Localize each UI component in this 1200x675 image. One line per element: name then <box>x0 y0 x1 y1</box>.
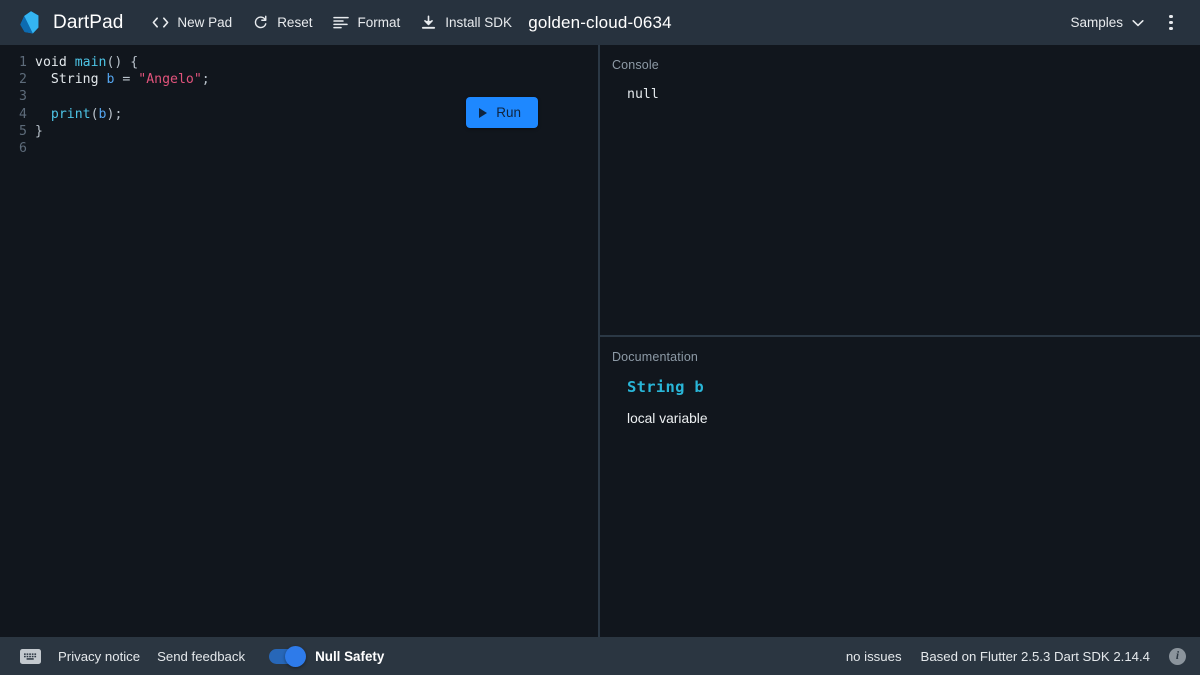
code-token: "Angelo" <box>138 72 202 88</box>
null-safety-toggle[interactable] <box>269 645 307 667</box>
null-safety-toggle-group: Null Safety <box>269 645 385 667</box>
install-sdk-label: Install SDK <box>445 15 513 30</box>
code-token: ); <box>106 106 123 122</box>
code-token: void <box>35 55 67 70</box>
reset-label: Reset <box>277 15 313 30</box>
keyboard-icon[interactable] <box>20 648 41 664</box>
line-number-gutter: 1 23456 <box>0 54 27 157</box>
format-button[interactable]: Format <box>323 8 409 37</box>
format-align-left-icon <box>332 14 349 31</box>
code-editor-pane[interactable]: 1 23456 void main() { String b = "Angelo"… <box>0 45 598 637</box>
app-footer: Privacy notice Send feedback Null Safety… <box>0 637 1200 675</box>
app-header: DartPad New Pad Reset Format Install SDK… <box>0 0 1200 45</box>
line-number: 4 <box>19 106 27 122</box>
line-number: 2 <box>19 72 27 88</box>
download-icon <box>420 14 437 31</box>
play-triangle-icon <box>479 107 488 118</box>
send-feedback-link[interactable]: Send feedback <box>157 649 245 664</box>
code-token: ; <box>201 72 210 88</box>
null-safety-label: Null Safety <box>315 648 385 664</box>
samples-dropdown[interactable]: Samples <box>1062 9 1152 36</box>
dart-logo-icon <box>18 10 42 36</box>
code-token: String <box>50 72 99 88</box>
brand-name: DartPad <box>53 11 124 33</box>
toolbar: New Pad Reset Format Install SDK <box>143 8 521 37</box>
toggle-knob <box>285 645 307 667</box>
line-number: 3 <box>19 89 27 105</box>
code-line[interactable]: String b = "Angelo"; <box>35 71 598 88</box>
documentation-body: String b local variable <box>600 364 1200 428</box>
footer-left: Privacy notice Send feedback Null Safety <box>20 645 385 667</box>
dartpad-app: DartPad New Pad Reset Format Install SDK… <box>0 0 1200 675</box>
chevron-down-icon <box>1132 15 1144 30</box>
version-info: Based on Flutter 2.5.3 Dart SDK 2.14.4 <box>920 648 1150 664</box>
console-output: null <box>627 87 659 102</box>
line-number: 6 <box>19 140 27 156</box>
documentation-description: local variable <box>627 411 708 426</box>
console-panel: Console null <box>600 45 1200 335</box>
issues-status[interactable]: no issues <box>846 649 902 664</box>
new-pad-button[interactable]: New Pad <box>143 8 241 37</box>
code-line[interactable] <box>35 140 598 157</box>
code-line[interactable]: void main() { <box>35 54 598 71</box>
documentation-panel-label: Documentation <box>612 350 699 364</box>
header-right-actions: Samples <box>1062 8 1186 38</box>
line-number: 5 <box>19 123 27 139</box>
new-pad-label: New Pad <box>177 15 233 30</box>
run-button[interactable]: Run <box>466 97 538 128</box>
format-label: Format <box>357 15 401 30</box>
code-brackets-icon <box>152 14 169 31</box>
run-label: Run <box>496 105 521 120</box>
info-icon[interactable]: i <box>1169 647 1186 665</box>
code-token: } <box>35 123 43 139</box>
line-number: 1 <box>19 55 27 70</box>
install-sdk-button[interactable]: Install SDK <box>411 8 521 37</box>
samples-label: Samples <box>1070 15 1123 30</box>
documentation-signature: String b <box>627 378 705 396</box>
console-panel-label: Console <box>612 58 659 72</box>
code-token: b <box>98 106 107 122</box>
document-title-text: golden-cloud-0634 <box>528 12 672 32</box>
right-column: Console null Documentation String b loca… <box>600 45 1200 637</box>
code-token: print <box>50 106 91 122</box>
code-token: ( <box>90 106 99 122</box>
code-token: () { <box>106 55 139 70</box>
footer-right: no issues Based on Flutter 2.5.3 Dart SD… <box>846 647 1186 665</box>
reset-button[interactable]: Reset <box>243 8 321 37</box>
code-token: = <box>114 72 139 88</box>
main-body: 1 23456 void main() { String b = "Angelo"… <box>0 45 1200 637</box>
privacy-notice-link[interactable]: Privacy notice <box>58 649 140 664</box>
brand: DartPad <box>18 10 123 36</box>
console-body: null <box>600 72 1200 104</box>
code-token: main <box>74 55 107 70</box>
more-vertical-icon[interactable] <box>1156 8 1186 38</box>
refresh-icon <box>252 14 269 31</box>
documentation-panel: Documentation String b local variable <box>600 337 1200 637</box>
